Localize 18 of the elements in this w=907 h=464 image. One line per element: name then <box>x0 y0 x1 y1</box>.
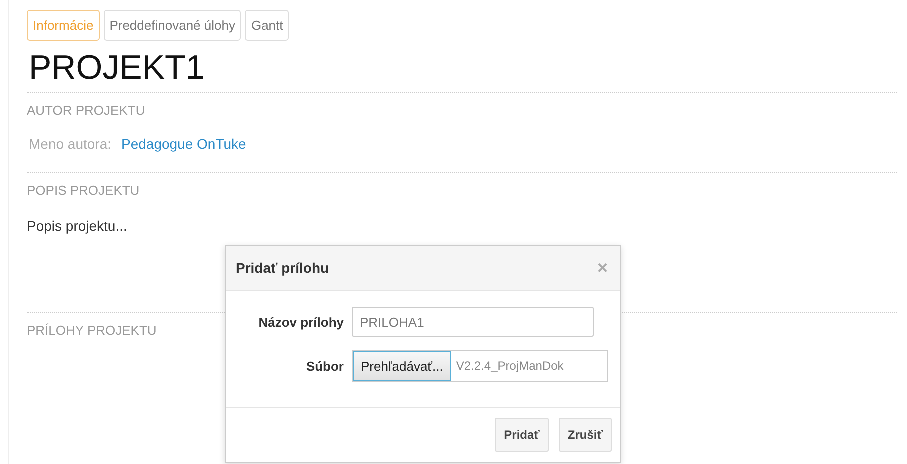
dialog-title: Pridať prílohu <box>236 260 330 276</box>
tab[interactable]: Gantt <box>245 10 290 41</box>
project-title: PROJEKT1 <box>29 49 206 88</box>
dialog-button[interactable]: Zrušiť <box>558 418 612 452</box>
section-heading: PRÍLOHY PROJEKTU <box>27 323 157 338</box>
section-heading: AUTOR PROJEKTU <box>27 103 146 118</box>
tab[interactable]: Preddefinované úlohy <box>104 10 242 41</box>
description-text: Popis projektu... <box>27 218 128 234</box>
browse-button[interactable]: Prehľadávať... <box>353 351 452 381</box>
author-link[interactable]: Pedagogue OnTuke <box>122 136 246 152</box>
file-field[interactable]: Prehľadávať... V2.2.4_ProjManDok <box>352 350 608 382</box>
section-heading: POPIS PROJEKTU <box>27 183 140 198</box>
dialog-button[interactable]: Pridať <box>495 418 549 452</box>
author-label: Meno autora: <box>29 136 112 152</box>
field-label: Súbor <box>305 358 344 374</box>
field-label: Názov prílohy <box>258 314 344 330</box>
input-field[interactable]: PRILOHA1 <box>352 307 594 337</box>
file-name: V2.2.4_ProjManDok <box>455 359 564 373</box>
